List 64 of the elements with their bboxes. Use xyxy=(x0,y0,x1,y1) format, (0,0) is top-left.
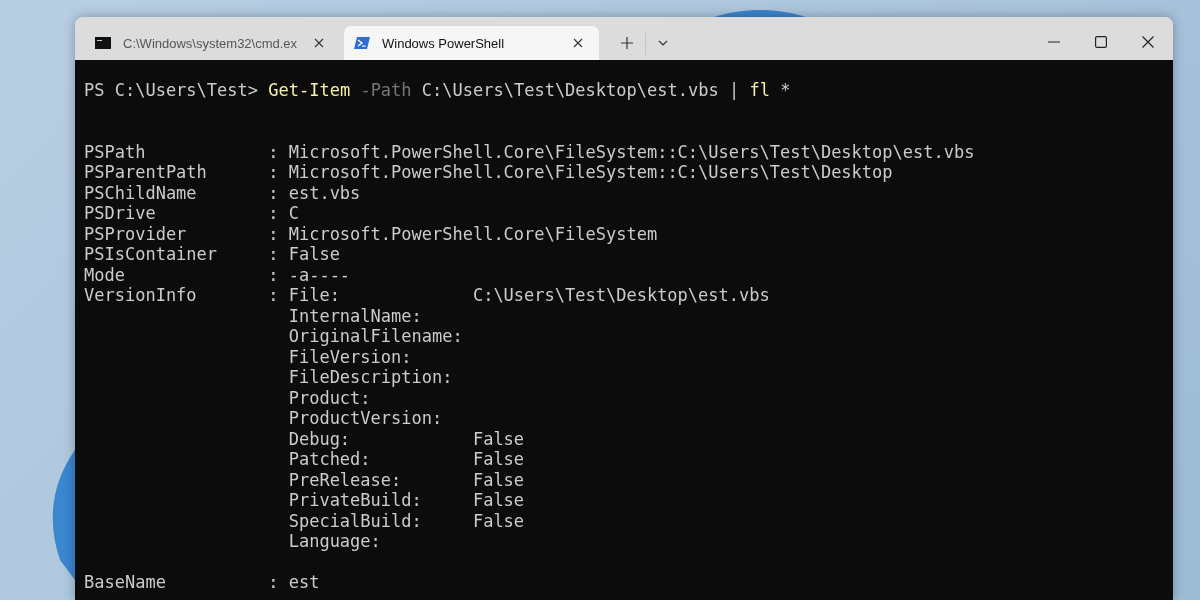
terminal-icon xyxy=(95,37,111,49)
colon-text: : xyxy=(268,223,280,244)
plus-icon[interactable] xyxy=(621,37,633,49)
field-name: SpecialBuild: xyxy=(288,510,423,531)
close-icon[interactable] xyxy=(314,38,324,48)
property-name: PSPath xyxy=(84,141,147,162)
field-value: False xyxy=(472,449,525,470)
field-name: Patched: xyxy=(288,449,372,470)
property-name: Mode xyxy=(84,264,126,285)
parameter-text: -Path xyxy=(360,80,412,100)
field-name: Product: xyxy=(288,387,372,408)
property-value: C xyxy=(288,203,299,224)
field-name: Debug: xyxy=(288,428,352,449)
colon-text: : xyxy=(268,244,280,265)
property-name: VersionInfo xyxy=(84,285,198,307)
tab[interactable]: Windows PowerShell xyxy=(344,26,599,60)
command-text: fl xyxy=(749,80,770,100)
field-name: ProductVersion: xyxy=(288,408,444,429)
close-icon[interactable] xyxy=(573,38,583,48)
argument-text: C:\Users\Test\Desktop\est.vbs xyxy=(421,80,719,100)
field-name: FileDescription: xyxy=(288,367,454,388)
field-value: C:\Users\Test\Desktop\est.vbs xyxy=(472,285,770,306)
colon-text: : xyxy=(268,162,280,183)
property-name: PSDrive xyxy=(84,203,157,224)
property-name: PSProvider xyxy=(84,223,188,244)
pipe-text: | xyxy=(728,80,740,100)
field-name: PrivateBuild: xyxy=(288,490,423,511)
field-name: OriginalFilename: xyxy=(288,326,464,347)
prompt-text: PS C:\Users\Test> xyxy=(84,80,258,100)
tab[interactable]: C:\Windows\system32\cmd.ex xyxy=(85,26,340,60)
property-name: PSChildName xyxy=(84,182,198,203)
colon-text: : xyxy=(268,285,280,307)
field-value: False xyxy=(472,490,525,511)
field-name: PreRelease: xyxy=(288,469,403,490)
wildcard-text: * xyxy=(780,80,791,100)
command-text: Get-Item xyxy=(268,80,351,100)
property-value: Microsoft.PowerShell.Core\FileSystem::C:\Users\Test\Desktop\est.vbs xyxy=(288,141,975,162)
field-name: InternalName: xyxy=(288,305,423,326)
field-name: Language: xyxy=(288,531,382,552)
maximize-icon[interactable] xyxy=(1095,36,1107,48)
field-name: FileVersion: xyxy=(288,346,413,367)
property-value: est.vbs xyxy=(288,182,361,203)
field-value: False xyxy=(472,428,525,449)
colon-text: : xyxy=(268,141,280,162)
tab-title: Windows PowerShell xyxy=(382,35,506,51)
field-value: False xyxy=(472,469,525,490)
colon-text: : xyxy=(268,264,280,285)
property-name: BaseName xyxy=(84,572,167,593)
tab-title: C:\Windows\system32\cmd.ex xyxy=(123,35,299,51)
property-value: Microsoft.PowerShell.Core\FileSystem::C:\Users\Test\Desktop xyxy=(288,162,893,183)
chevron-down-icon[interactable] xyxy=(658,40,668,46)
colon-text: : xyxy=(268,203,280,224)
field-name: File: xyxy=(288,285,341,306)
colon-text: : xyxy=(268,572,280,593)
property-value: False xyxy=(288,244,340,265)
colon-text: : xyxy=(268,182,280,203)
close-icon[interactable] xyxy=(1142,36,1154,48)
field-value: False xyxy=(472,510,525,531)
property-name: PSIsContainer xyxy=(84,244,219,265)
property-value: -a---- xyxy=(288,264,351,285)
property-value: Microsoft.PowerShell.Core\FileSystem xyxy=(288,223,658,244)
property-value: est xyxy=(288,572,320,593)
property-name: PSParentPath xyxy=(84,162,208,183)
powershell-icon xyxy=(354,37,370,49)
